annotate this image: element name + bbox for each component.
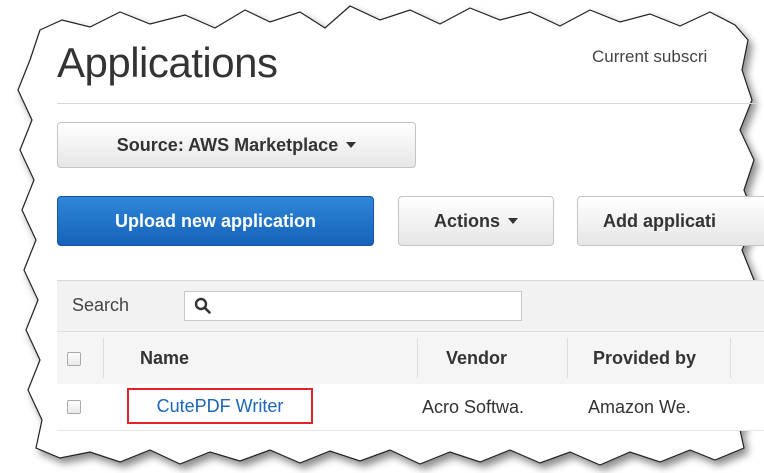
application-name-link[interactable]: CutePDF Writer <box>127 388 313 424</box>
provided-by-cell: Amazon We. <box>588 397 691 417</box>
application-name: CutePDF Writer <box>156 395 284 416</box>
actions-label: Actions <box>433 210 500 231</box>
search-bar: Search <box>57 281 764 331</box>
row-checkbox[interactable] <box>67 400 81 414</box>
actions-dropdown-button[interactable]: Actions <box>398 196 554 246</box>
upload-new-application-button[interactable]: Upload new application <box>57 196 374 246</box>
source-label: Source: AWS Marketplace <box>116 134 339 155</box>
select-all-checkbox[interactable] <box>67 352 81 366</box>
caret-down-icon <box>508 218 518 224</box>
column-divider <box>567 338 568 378</box>
source-dropdown-button[interactable]: Source: AWS Marketplace <box>57 122 416 168</box>
divider <box>57 103 757 104</box>
column-divider <box>103 338 104 378</box>
vendor-cell: Acro Softwa. <box>422 397 525 417</box>
search-input[interactable] <box>184 291 522 321</box>
column-header-provided-by[interactable]: Provided by <box>593 348 696 369</box>
column-divider <box>417 338 418 378</box>
page-title: Applications <box>57 39 278 86</box>
search-label: Search <box>72 295 130 315</box>
column-divider <box>730 338 731 378</box>
upload-label: Upload new application <box>114 210 316 231</box>
table-row[interactable]: CutePDF Writer Acro Softwa. Amazon We. <box>57 384 764 431</box>
applications-table: Search Name Vendor Provided by CutePDF W <box>57 280 764 431</box>
add-label: Add applicati <box>603 210 717 231</box>
table-header-row: Name Vendor Provided by <box>57 331 764 385</box>
caret-down-icon <box>346 142 357 148</box>
subscription-link[interactable]: Current subscri <box>592 47 707 67</box>
add-applications-button[interactable]: Add applicati <box>577 196 764 246</box>
search-icon <box>194 297 211 314</box>
column-header-vendor[interactable]: Vendor <box>446 348 507 369</box>
column-header-name[interactable]: Name <box>140 348 189 369</box>
